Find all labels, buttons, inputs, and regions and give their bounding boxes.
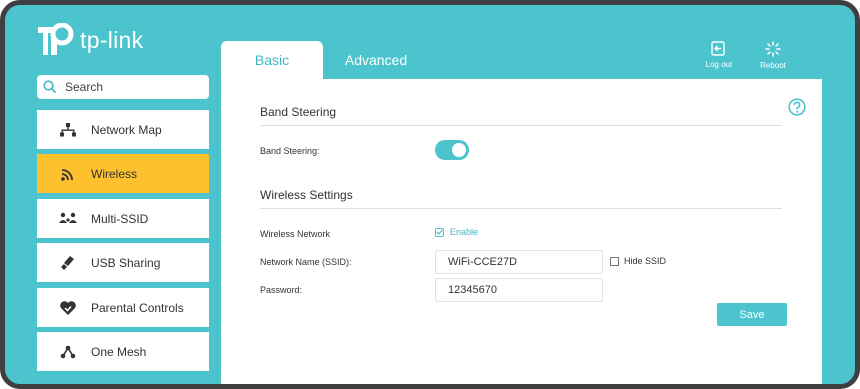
logout-label: Log out (705, 60, 733, 69)
sidebar-item-label: Multi-SSID (91, 211, 149, 226)
password-input[interactable] (435, 278, 603, 302)
sidebar-item-parental-controls[interactable]: Parental Controls (37, 288, 209, 327)
reboot-button[interactable]: Reboot (751, 41, 795, 70)
sidebar-item-label: One Mesh (91, 344, 147, 359)
sidebar-item-multi-ssid[interactable]: Multi-SSID (37, 199, 209, 238)
hide-ssid-label: Hide SSID (624, 256, 667, 266)
sidebar-item-usb-sharing[interactable]: USB Sharing (37, 243, 209, 282)
search-input[interactable] (63, 79, 197, 95)
band-steering-toggle[interactable] (435, 140, 469, 160)
network-map-icon (59, 121, 77, 139)
sidebar-item-network-map[interactable]: Network Map (37, 110, 209, 149)
sidebar-item-wireless[interactable]: Wireless (37, 154, 209, 193)
wireless-network-label: Wireless Network (260, 229, 331, 239)
enable-label: Enable (450, 227, 479, 237)
wireless-settings-title: Wireless Settings (260, 188, 353, 202)
section-divider (260, 125, 782, 126)
tp-link-logo: tp-link (36, 23, 143, 57)
section-divider (260, 208, 782, 209)
toggle-knob (452, 143, 466, 157)
main-panel: Band Steering Band Steering: Wireless Se… (221, 79, 822, 384)
save-button[interactable]: Save (717, 303, 787, 326)
sidebar: Network Map Wireless (37, 75, 209, 371)
ssid-input[interactable] (435, 250, 603, 274)
sidebar-item-label: Network Map (91, 122, 162, 137)
tp-link-logo-icon (38, 23, 74, 55)
router-admin-window: tp-link Network Map (0, 0, 860, 389)
usb-icon (59, 254, 77, 272)
multi-ssid-icon (59, 210, 77, 228)
band-steering-title: Band Steering (260, 105, 337, 119)
logout-button[interactable]: Log out (697, 41, 741, 69)
ssid-label: Network Name (SSID): (260, 257, 352, 267)
sidebar-item-label: Parental Controls (91, 300, 184, 315)
search-icon (43, 80, 57, 94)
reboot-icon (765, 41, 781, 57)
logout-icon (711, 41, 725, 56)
search-box[interactable] (37, 75, 209, 99)
tab-basic[interactable]: Basic (221, 41, 323, 79)
hide-ssid-group[interactable]: Hide SSID (610, 256, 666, 266)
parental-controls-icon (59, 299, 77, 317)
enable-checkbox-group[interactable]: Enable (435, 227, 478, 237)
help-icon[interactable] (788, 98, 806, 121)
hide-ssid-checkbox[interactable] (610, 256, 619, 266)
onemesh-icon (59, 343, 77, 361)
band-steering-label: Band Steering: (260, 146, 320, 156)
password-label: Password: (260, 285, 303, 295)
enable-checkbox[interactable] (435, 227, 444, 237)
tab-advanced[interactable]: Advanced (325, 41, 427, 79)
sidebar-item-label: Wireless (91, 166, 138, 181)
checkmark-icon (436, 229, 443, 235)
sidebar-item-label: USB Sharing (91, 255, 161, 270)
wireless-icon (59, 165, 77, 183)
logo-text: tp-link (80, 26, 144, 53)
sidebar-item-one-mesh[interactable]: One Mesh (37, 332, 209, 371)
reboot-label: Reboot (760, 61, 786, 70)
